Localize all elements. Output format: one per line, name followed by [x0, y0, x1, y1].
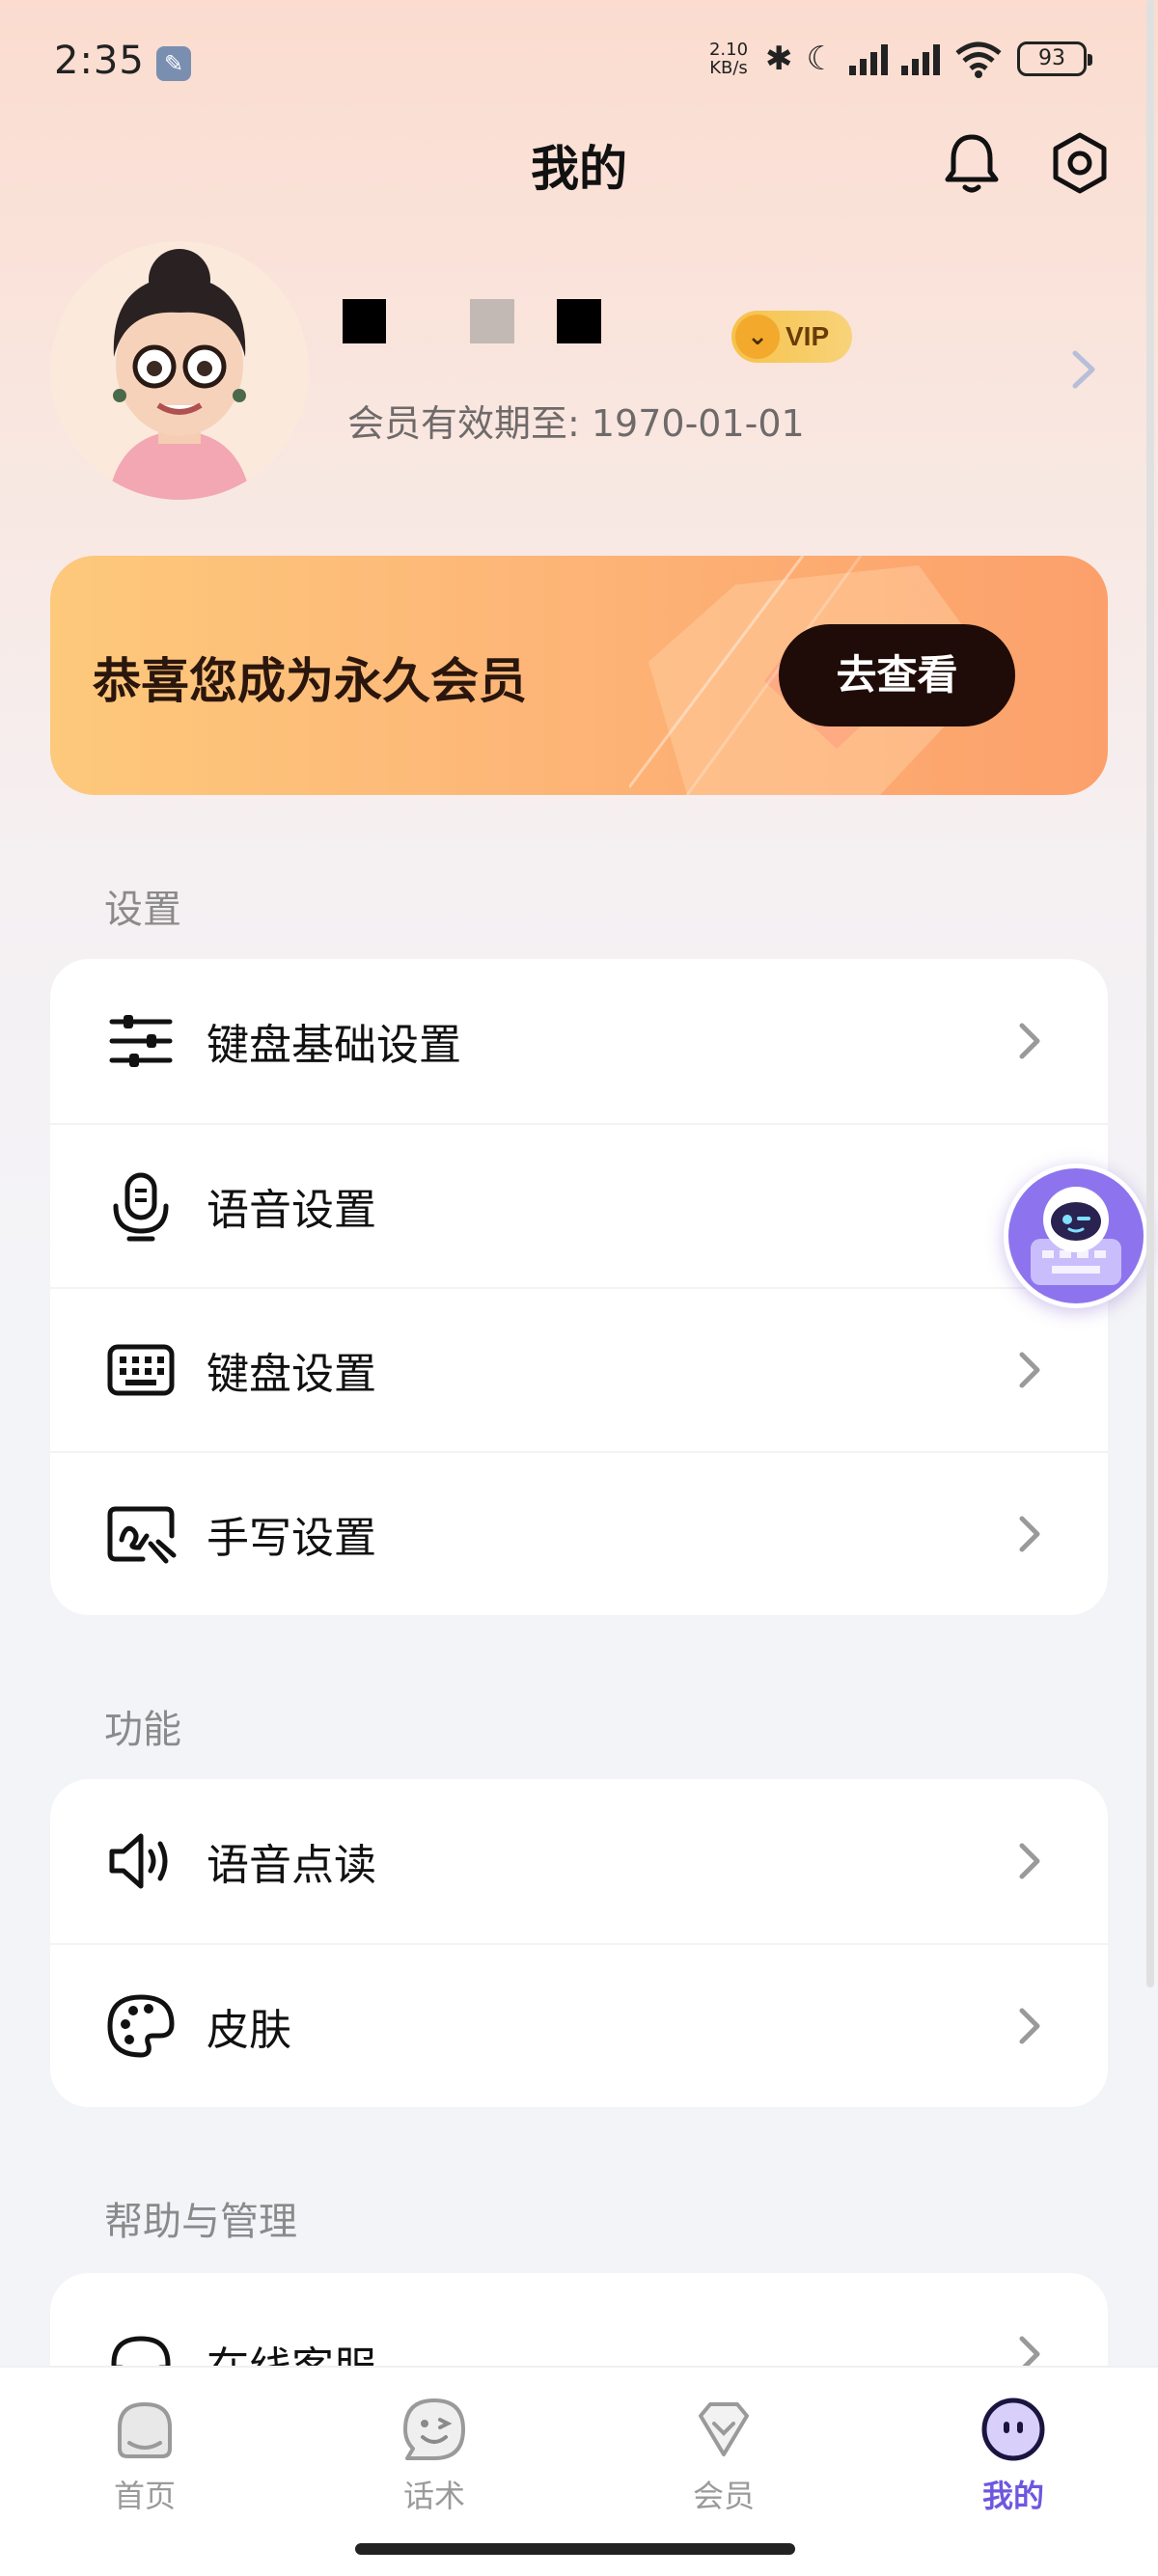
- nav-label: 会员: [692, 2478, 755, 2514]
- help-item-customer-service[interactable]: 在线客服: [50, 2273, 1108, 2366]
- speaker-icon: [109, 1833, 168, 1889]
- features-card: 语音点读 皮肤: [50, 1779, 1108, 2107]
- vip-banner[interactable]: 恭喜您成为永久会员 去查看: [50, 556, 1108, 795]
- avatar-illustration: [108, 249, 251, 500]
- name-block: [470, 299, 514, 343]
- signal-icon-2: [901, 42, 940, 75]
- section-title-help: 帮助与管理: [104, 2200, 297, 2244]
- nav-label: 首页: [113, 2478, 176, 2514]
- keyboard-icon: [107, 1344, 175, 1396]
- settings-item-label: 手写设置: [207, 1514, 376, 1563]
- avatar[interactable]: [50, 241, 309, 500]
- headset-icon: [111, 2336, 171, 2366]
- name-block: [343, 299, 386, 343]
- vip-badge: ⌄ VIP: [731, 311, 852, 363]
- name-block: [557, 299, 601, 343]
- vip-diamond-icon: ⌄: [735, 315, 780, 359]
- nav-home[interactable]: 首页: [48, 2395, 241, 2530]
- nav-scripts[interactable]: 话术: [338, 2395, 531, 2530]
- help-item-label: 在线客服: [207, 2333, 376, 2366]
- bluetooth-icon: ✱: [765, 40, 793, 78]
- help-card: 在线客服: [50, 2273, 1108, 2366]
- nav-vip[interactable]: 会员: [627, 2395, 820, 2530]
- features-item-label: 语音点读: [207, 1841, 376, 1890]
- wifi-icon: [955, 41, 1002, 78]
- sliders-icon: [109, 1015, 173, 1067]
- nav-label: 我的: [981, 2478, 1044, 2514]
- settings-item-label: 键盘基础设置: [207, 1021, 461, 1070]
- robot-keyboard-icon: [1008, 1168, 1144, 1303]
- vip-label: VIP: [786, 321, 830, 351]
- section-title-settings: 设置: [104, 888, 181, 932]
- palette-icon: [107, 1994, 175, 2058]
- net-speed: 2.10 KB/s: [705, 41, 752, 77]
- signal-icon: [849, 42, 888, 75]
- settings-item-keyboard-basic[interactable]: 键盘基础设置: [50, 959, 1108, 1123]
- nav-profile[interactable]: 我的: [917, 2395, 1110, 2530]
- chevron-right-icon: [1019, 1516, 1040, 1552]
- chevron-right-icon: [1019, 1023, 1040, 1059]
- chevron-right-icon: [1019, 2008, 1040, 2044]
- member-expiry: 会员有效期至: 1970-01-01: [347, 402, 805, 445]
- user-name: [343, 299, 709, 357]
- settings-item-keyboard[interactable]: 键盘设置: [50, 1287, 1108, 1451]
- microphone-icon: [113, 1172, 169, 1242]
- net-speed-unit: KB/s: [709, 58, 748, 78]
- chat-face-icon: [403, 2398, 465, 2460]
- features-item-label: 皮肤: [207, 2006, 291, 2055]
- settings-icon[interactable]: [1044, 127, 1116, 199]
- status-time: 2:35: [54, 39, 145, 83]
- scrollbar[interactable]: [1146, 0, 1154, 1987]
- chevron-right-icon: [1019, 2336, 1040, 2366]
- home-icon: [118, 2401, 172, 2458]
- battery-icon: 93: [1017, 41, 1092, 76]
- bell-icon[interactable]: [936, 127, 1007, 199]
- status-indicators: 2.10 KB/s ✱ ☾ 93: [705, 37, 1092, 81]
- view-button[interactable]: 去查看: [779, 624, 1015, 726]
- settings-item-label: 语音设置: [207, 1186, 376, 1235]
- chevron-right-icon: [1019, 1352, 1040, 1388]
- settings-card: 键盘基础设置 语音设置 键盘设置 手写设置: [50, 959, 1108, 1615]
- settings-item-handwriting[interactable]: 手写设置: [50, 1451, 1108, 1615]
- banner-text: 恭喜您成为永久会员: [93, 653, 527, 709]
- chevron-right-icon[interactable]: [1069, 347, 1098, 392]
- handwriting-icon: [107, 1506, 177, 1564]
- net-speed-value: 2.10: [708, 40, 749, 60]
- features-item-voice-read[interactable]: 语音点读: [50, 1779, 1108, 1943]
- section-title-features: 功能: [104, 1708, 181, 1752]
- features-item-skin[interactable]: 皮肤: [50, 1943, 1108, 2107]
- vip-diamond-icon: [699, 2402, 749, 2456]
- chevron-right-icon: [1019, 1843, 1040, 1879]
- home-indicator[interactable]: [355, 2543, 795, 2555]
- assistant-fab[interactable]: [1004, 1164, 1148, 1308]
- settings-item-voice[interactable]: 语音设置: [50, 1123, 1108, 1287]
- status-bar: 2:35 ✎ 2.10 KB/s ✱ ☾ 93: [0, 0, 1158, 125]
- profile-icon: [981, 2398, 1045, 2461]
- settings-item-label: 键盘设置: [207, 1350, 376, 1399]
- moon-icon: ☾: [806, 40, 836, 78]
- wrench-icon: ✎: [156, 46, 191, 81]
- nav-label: 话术: [402, 2478, 465, 2514]
